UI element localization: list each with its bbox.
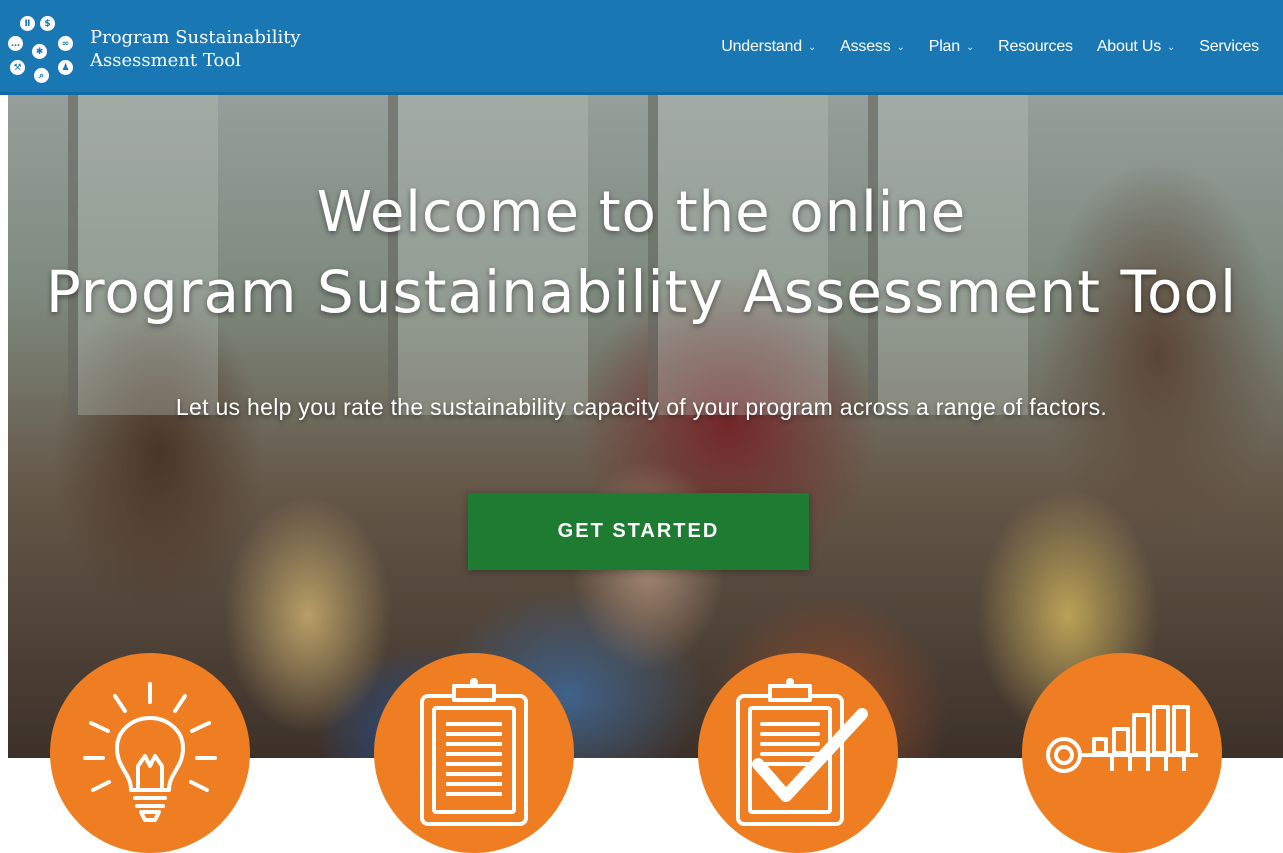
nav-plan-label: Plan — [928, 38, 960, 55]
wrench-icon: ⚒ — [10, 60, 25, 75]
nav-resources[interactable]: Resources — [998, 38, 1073, 56]
nav-services[interactable]: Services — [1199, 38, 1259, 56]
hero-title-line-1: Welcome to the online — [316, 180, 967, 245]
chevron-down-icon: ⌄ — [1167, 41, 1176, 53]
site-header: Ⅱ $ … ✱ ∞ ⚒ ⌕ ♟ Program Sustainability A… — [0, 0, 1283, 95]
lightbulb-icon — [83, 682, 217, 822]
people-icon: ♟ — [58, 60, 73, 75]
brand-line-1: Program Sustainability — [90, 27, 301, 48]
understand-feature-circle[interactable] — [50, 653, 250, 853]
nav-understand[interactable]: Understand ⌄ — [721, 38, 816, 56]
site-logo[interactable]: Ⅱ $ … ✱ ∞ ⚒ ⌕ ♟ Program Sustainability A… — [6, 14, 301, 90]
chat-icon: … — [8, 36, 23, 51]
key-chart-icon — [1046, 705, 1198, 773]
handshake-icon: ∞ — [58, 36, 73, 51]
nav-assess-label: Assess — [840, 38, 891, 55]
pillar-icon: Ⅱ — [20, 16, 35, 31]
chevron-down-icon: ⌄ — [896, 41, 905, 53]
main-nav: Understand ⌄ Assess ⌄ Plan ⌄ Resources A… — [697, 38, 1259, 56]
hero-subtitle: Let us help you rate the sustainability … — [175, 394, 1108, 420]
brand-line-2: Assessment Tool — [90, 50, 241, 71]
magnifier-icon: ⌕ — [34, 68, 49, 83]
nav-assess[interactable]: Assess ⌄ — [840, 38, 905, 56]
nav-about-us-label: About Us — [1096, 38, 1162, 55]
gear-icon: ✱ — [32, 44, 47, 59]
clipboard-check-icon — [736, 678, 868, 826]
nav-understand-label: Understand — [721, 38, 802, 55]
nav-services-label: Services — [1199, 38, 1259, 55]
get-started-button[interactable]: GET STARTED — [468, 493, 809, 570]
assess-feature-circle[interactable] — [374, 653, 574, 853]
chevron-down-icon: ⌄ — [807, 41, 817, 53]
chevron-down-icon: ⌄ — [965, 41, 975, 53]
hero-title-line-2: Program Sustainability Assessment Tool — [45, 258, 1238, 326]
logo-mark: Ⅱ $ … ✱ ∞ ⚒ ⌕ ♟ — [6, 14, 82, 90]
nav-plan[interactable]: Plan ⌄ — [928, 38, 975, 56]
nav-about-us[interactable]: About Us ⌄ — [1096, 38, 1176, 56]
resources-feature-circle[interactable] — [1022, 653, 1222, 853]
nav-resources-label: Resources — [998, 38, 1073, 55]
brand-name: Program Sustainability Assessment Tool — [90, 26, 301, 72]
dollar-icon: $ — [40, 16, 55, 31]
plan-feature-circle[interactable] — [698, 653, 898, 853]
clipboard-icon — [420, 678, 528, 826]
